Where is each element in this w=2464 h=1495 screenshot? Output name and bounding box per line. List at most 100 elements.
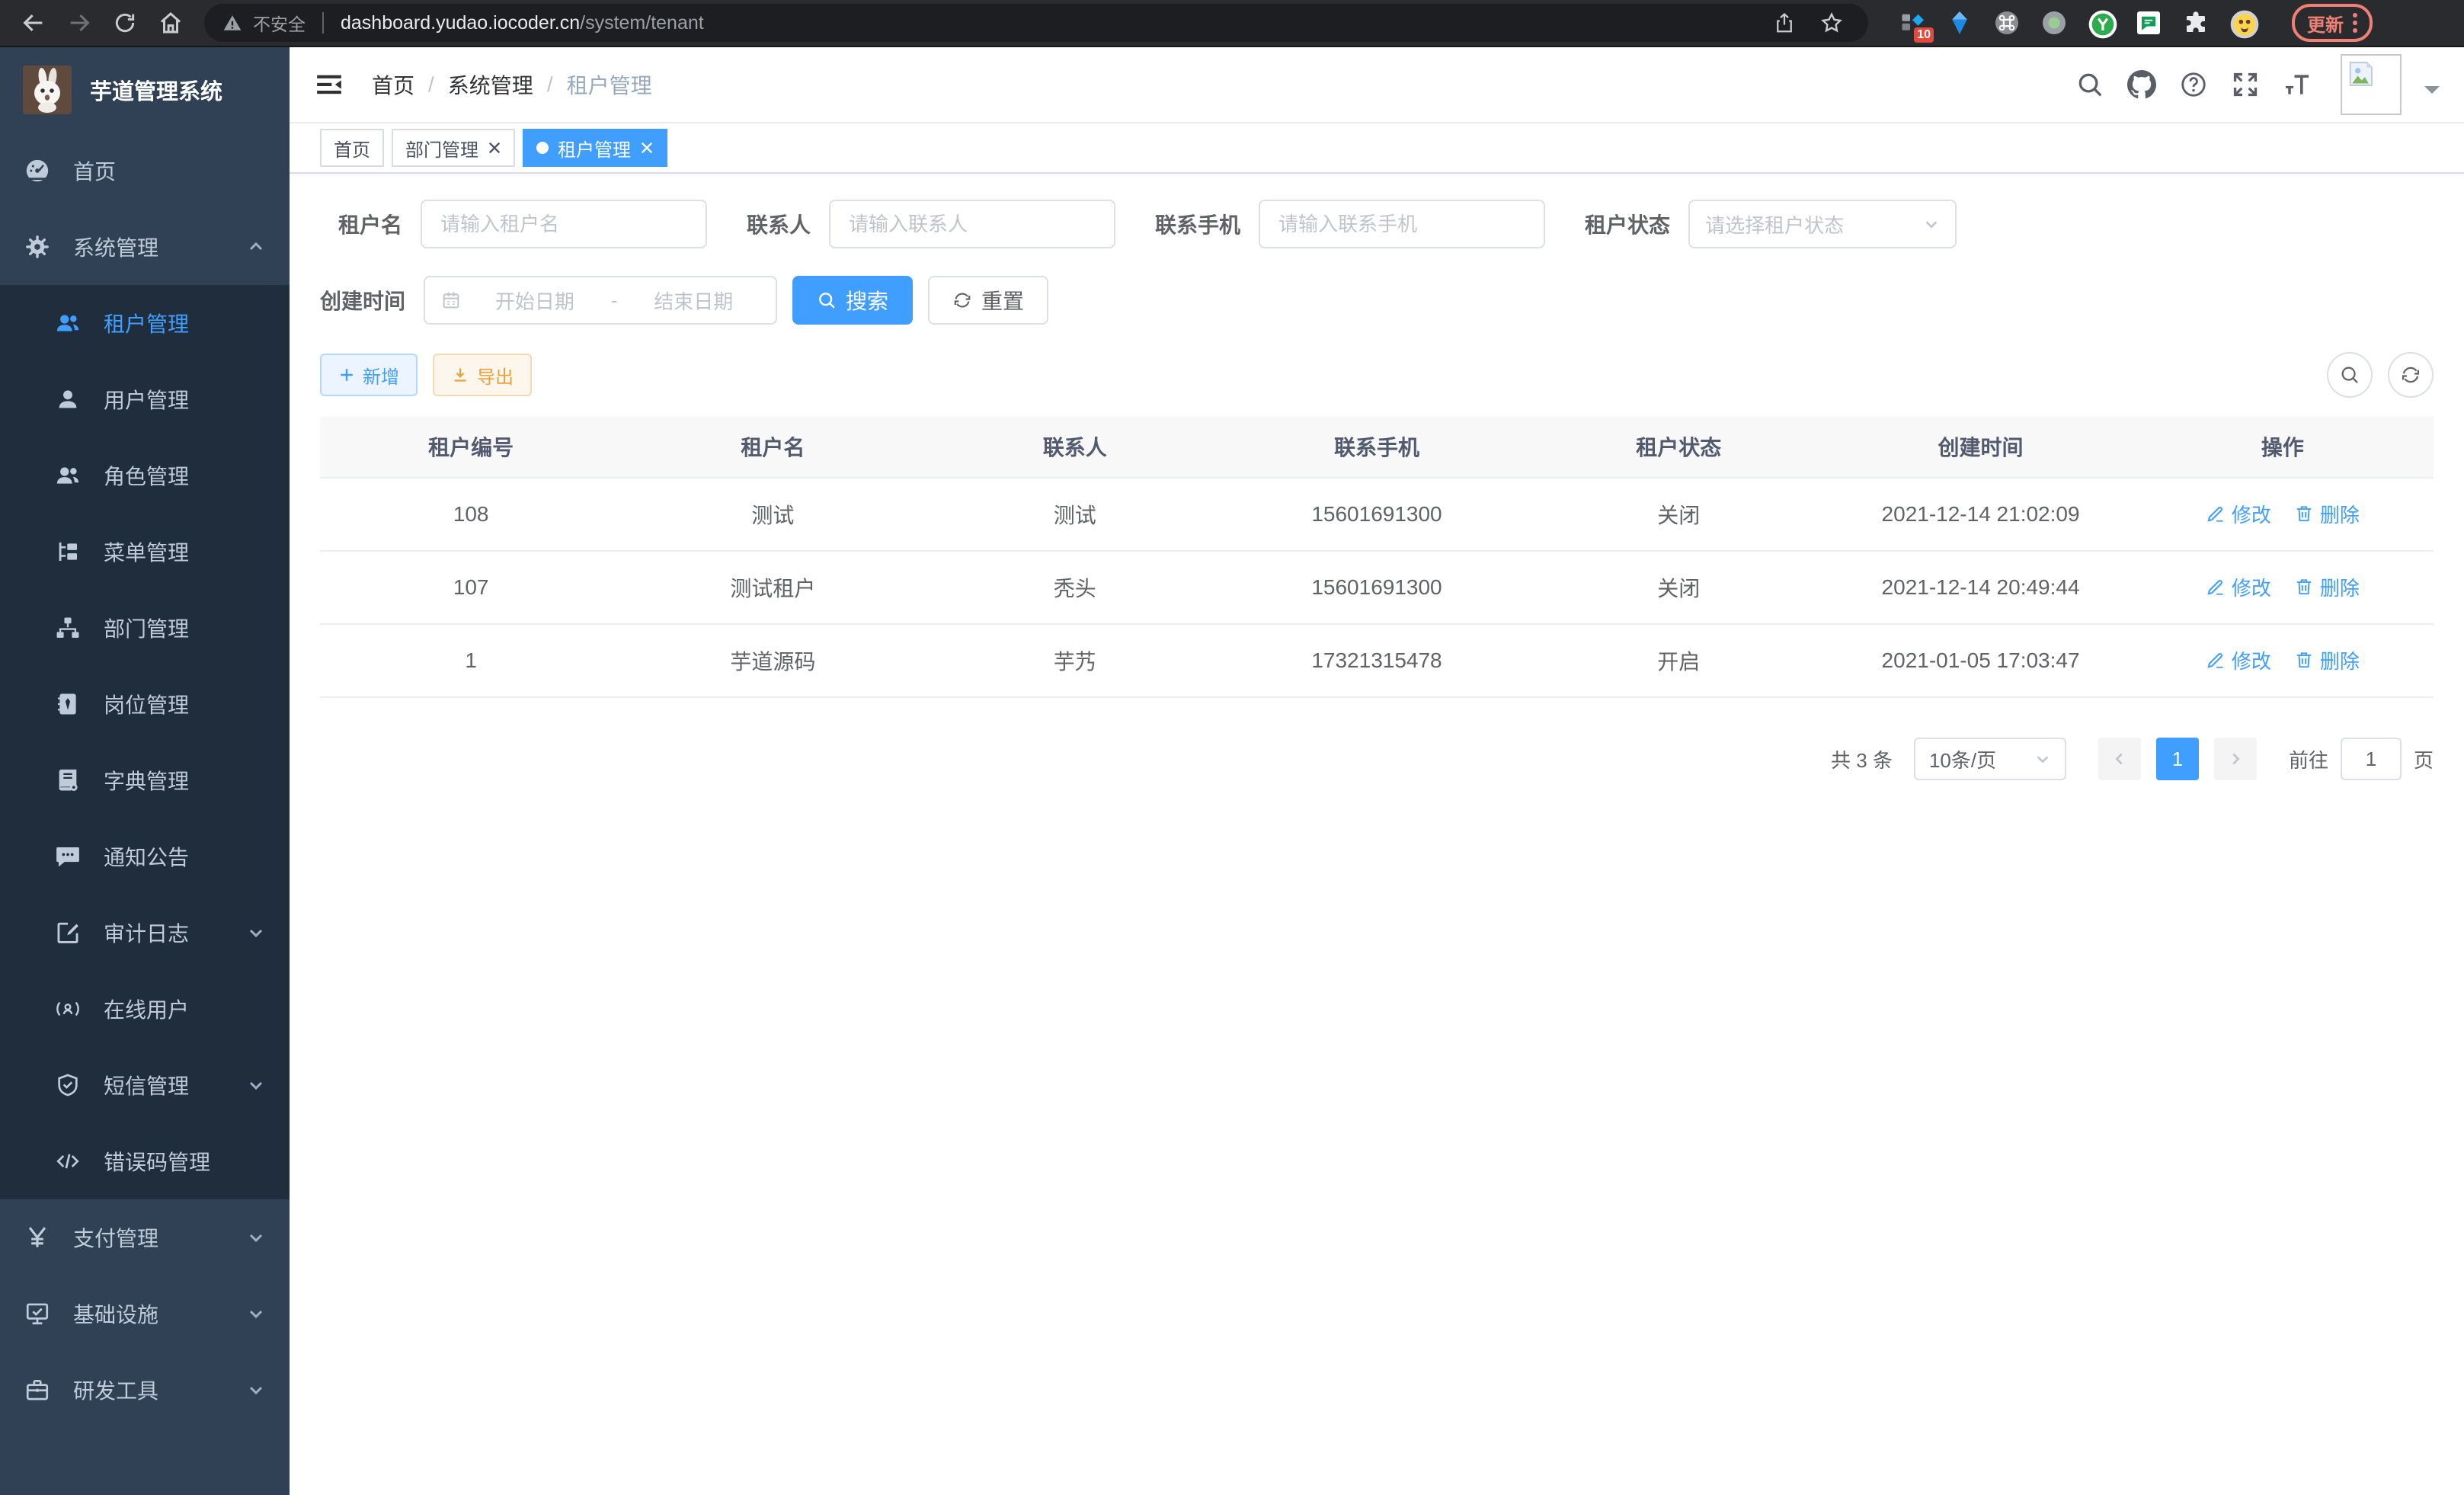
security-warning-icon[interactable]: [222, 13, 242, 33]
cell-name: 芋道源码: [622, 624, 923, 697]
search-button[interactable]: 搜索: [792, 276, 913, 325]
sidebar-item-dict[interactable]: 字典管理: [0, 742, 290, 818]
breadcrumb-home[interactable]: 首页: [372, 69, 414, 100]
font-size-icon[interactable]: [2283, 70, 2312, 99]
sidebar-item-tenant[interactable]: 租户管理: [0, 285, 290, 361]
delete-link[interactable]: 删除: [2294, 573, 2360, 601]
browser-back-icon[interactable]: [15, 5, 52, 41]
extension-tabs-icon[interactable]: 10: [1899, 9, 1926, 37]
code-icon: [55, 1148, 81, 1174]
filter-row-1: 租户名 联系人 联系手机 租户状态 请选择租户状态: [320, 200, 2434, 248]
calendar-icon: [440, 290, 462, 311]
status-select[interactable]: 请选择租户状态: [1688, 200, 1957, 248]
cell-contact: 芋艿: [924, 624, 1226, 697]
cell-created: 2021-12-14 20:49:44: [1829, 551, 2131, 624]
sidebar-item-user[interactable]: 用户管理: [0, 361, 290, 437]
cell-created: 2021-01-05 17:03:47: [1829, 624, 2131, 697]
refresh-table-button[interactable]: [2388, 352, 2434, 398]
sidebar-item-home[interactable]: 首页: [0, 133, 290, 209]
browser-menu-icon[interactable]: [2353, 13, 2357, 33]
sidebar-item-infra[interactable]: 基础设施: [0, 1276, 290, 1352]
page-size-select[interactable]: 10条/页: [1914, 738, 2066, 780]
search-icon[interactable]: [2075, 70, 2104, 99]
browser-update-button[interactable]: 更新: [2292, 4, 2373, 42]
user-avatar[interactable]: [2341, 54, 2402, 115]
extensions-puzzle-icon[interactable]: [2182, 9, 2210, 37]
breadcrumb-system[interactable]: 系统管理: [448, 69, 533, 100]
share-icon[interactable]: [1766, 5, 1803, 41]
profile-avatar-icon[interactable]: [2229, 9, 2257, 37]
sidebar-item-devtools[interactable]: 研发工具: [0, 1352, 290, 1428]
extension-y-logo-icon[interactable]: [2088, 9, 2115, 37]
next-page-button[interactable]: [2214, 738, 2257, 780]
close-icon[interactable]: [488, 141, 501, 155]
help-icon[interactable]: [2179, 70, 2208, 99]
search-icon: [817, 290, 837, 310]
avatar-dropdown-caret-icon[interactable]: [2424, 86, 2440, 101]
edit-link[interactable]: 修改: [2206, 573, 2271, 601]
cell-created: 2021-12-14 21:02:09: [1829, 478, 2131, 551]
edit-link[interactable]: 修改: [2206, 500, 2271, 528]
sidebar-item-dept[interactable]: 部门管理: [0, 590, 290, 666]
prev-page-button[interactable]: [2098, 738, 2141, 780]
goto-page-input[interactable]: [2341, 738, 2402, 780]
sidebar-item-label: 通知公告: [104, 841, 265, 872]
sidebar-item-menu[interactable]: 菜单管理: [0, 514, 290, 590]
app-logo[interactable]: 芋道管理系统: [0, 47, 290, 133]
cell-status: 开启: [1528, 624, 1829, 697]
bookmark-star-icon[interactable]: [1813, 5, 1850, 41]
cell-id: 108: [320, 478, 622, 551]
fullscreen-icon[interactable]: [2231, 70, 2260, 99]
edit-link[interactable]: 修改: [2206, 646, 2271, 674]
chevron-down-icon: [247, 1228, 265, 1247]
security-label[interactable]: 不安全: [253, 10, 306, 36]
col-tenant-name: 租户名: [622, 416, 923, 478]
logo-rabbit-image: [23, 66, 72, 114]
extension-record-icon[interactable]: [2040, 9, 2068, 37]
contact-input[interactable]: [829, 200, 1115, 248]
sidebar-item-notice[interactable]: 通知公告: [0, 818, 290, 895]
filter-contact: 联系人: [728, 200, 1115, 248]
chevron-right-icon: [2227, 751, 2244, 767]
export-button[interactable]: 导出: [433, 354, 532, 396]
current-page-button[interactable]: 1: [2156, 738, 2199, 780]
mobile-input[interactable]: [1259, 200, 1545, 248]
add-button[interactable]: 新增: [320, 354, 418, 396]
reset-button[interactable]: 重置: [928, 276, 1048, 325]
cell-id: 1: [320, 624, 622, 697]
address-bar[interactable]: 不安全 dashboard.yudao.iocoder.cn/system/te…: [204, 4, 1868, 42]
breadcrumb-separator: /: [428, 72, 434, 97]
date-range-picker[interactable]: 开始日期 - 结束日期: [424, 276, 777, 325]
sidebar-item-sms[interactable]: 短信管理: [0, 1047, 290, 1123]
extension-chat-icon[interactable]: [2135, 9, 2162, 37]
sidebar-item-post[interactable]: 岗位管理: [0, 666, 290, 742]
browser-home-icon[interactable]: [152, 5, 189, 41]
tag-home[interactable]: 首页: [320, 129, 384, 167]
table-row: 107 测试租户 秃头 15601691300 关闭 2021-12-14 20…: [320, 551, 2434, 624]
sidebar-item-error-code[interactable]: 错误码管理: [0, 1123, 290, 1199]
sidebar-collapse-icon[interactable]: [314, 69, 344, 100]
gear-icon: [24, 234, 50, 260]
pagination-total: 共 3 条: [1831, 745, 1893, 773]
delete-link[interactable]: 删除: [2294, 500, 2360, 528]
cell-id: 107: [320, 551, 622, 624]
browser-forward-icon[interactable]: [61, 5, 98, 41]
tag-tenant[interactable]: 租户管理: [523, 129, 667, 167]
sidebar-item-online-users[interactable]: 在线用户: [0, 971, 290, 1047]
sidebar-item-audit-log[interactable]: 审计日志: [0, 895, 290, 971]
sidebar-item-label: 支付管理: [73, 1222, 224, 1253]
sidebar-item-role[interactable]: 角色管理: [0, 437, 290, 514]
url-text[interactable]: dashboard.yudao.iocoder.cn/system/tenant: [341, 12, 704, 34]
tag-dept[interactable]: 部门管理: [392, 129, 515, 167]
extension-gem-icon[interactable]: [1946, 9, 1973, 37]
browser-reload-icon[interactable]: [107, 5, 143, 41]
github-icon[interactable]: [2127, 70, 2156, 99]
sidebar-item-system[interactable]: 系统管理: [0, 209, 290, 285]
sidebar-item-pay[interactable]: 支付管理: [0, 1199, 290, 1276]
extension-command-icon[interactable]: [1993, 9, 2021, 37]
tenant-name-input[interactable]: [421, 200, 707, 248]
delete-link[interactable]: 删除: [2294, 646, 2360, 674]
chevron-down-icon: [247, 1305, 265, 1323]
toggle-search-button[interactable]: [2327, 352, 2373, 398]
close-icon[interactable]: [640, 141, 654, 155]
